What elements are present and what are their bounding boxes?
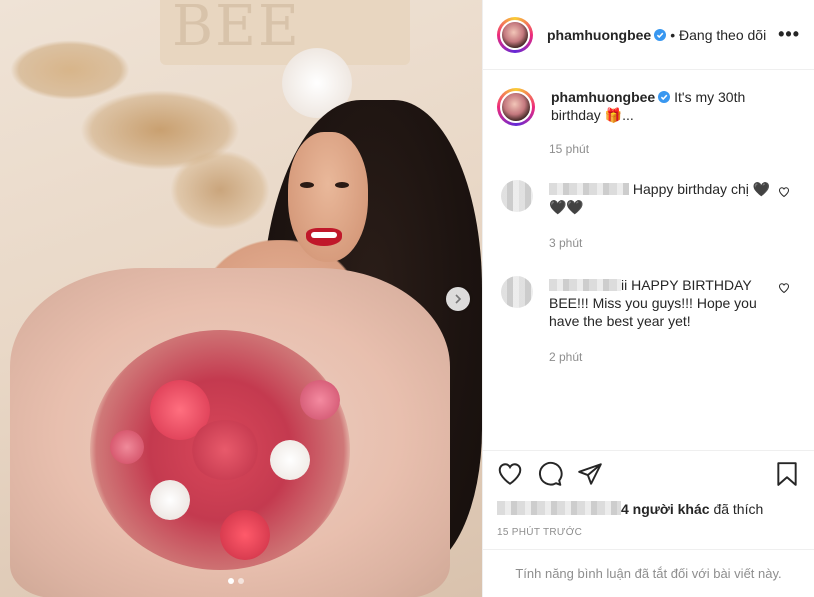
comments-disabled-notice: Tính năng bình luận đã tắt đối với bài v… — [483, 549, 814, 597]
comment-item: Happy birthday chị 🖤🖤🖤 — [497, 180, 800, 216]
flower — [300, 380, 340, 420]
decor-banner-lettering: BEE — [172, 0, 301, 59]
post-actions: 4 người khác đã thích 15 PHÚT TRƯỚC — [483, 450, 814, 538]
eye — [335, 182, 349, 188]
next-photo-button[interactable] — [446, 287, 470, 311]
verified-badge-icon — [654, 28, 667, 41]
comment-item: ii HAPPY BIRTHDAY BEE!!! Miss you guys!!… — [497, 276, 800, 330]
flower — [190, 420, 260, 480]
flower — [150, 480, 190, 520]
comment-bubble-icon[interactable] — [537, 461, 563, 487]
liker-names-blurred[interactable] — [497, 501, 621, 515]
likes-others[interactable]: 4 người khác — [621, 501, 710, 517]
caption-username[interactable]: phamhuongbee — [551, 89, 655, 105]
carousel-indicator — [228, 578, 244, 584]
comment-body: Happy birthday chị 🖤🖤🖤 — [549, 180, 771, 216]
save-bookmark-icon[interactable] — [774, 461, 800, 487]
likes-summary[interactable]: 4 người khác đã thích — [497, 501, 800, 517]
comments-list: phamhuongbee It's my 30th birthday 🎁... … — [483, 70, 814, 364]
comment-time[interactable]: 2 phút — [549, 350, 800, 364]
comment-body: ii HAPPY BIRTHDAY BEE!!! Miss you guys!!… — [549, 276, 771, 330]
author-avatar[interactable] — [497, 16, 533, 53]
follow-status[interactable]: • Đang theo dõi — [670, 27, 766, 43]
commenter-username-blurred[interactable] — [549, 183, 629, 195]
commenter-avatar-blurred[interactable] — [501, 276, 533, 308]
like-comment-heart-icon[interactable] — [778, 186, 790, 198]
author-username[interactable]: phamhuongbee — [547, 27, 651, 43]
like-heart-icon[interactable] — [497, 461, 523, 487]
post-photo[interactable]: BEE — [0, 0, 482, 597]
post-sidebar: phamhuongbee • Đang theo dõi ••• phamhuo… — [482, 0, 814, 597]
dried-flowers — [10, 40, 130, 100]
caption-avatar[interactable] — [497, 88, 535, 126]
teeth — [311, 232, 337, 238]
eye — [300, 182, 314, 188]
more-options-icon[interactable]: ••• — [778, 24, 800, 45]
carousel-dot — [238, 578, 244, 584]
action-icons — [497, 461, 800, 487]
comment-time[interactable]: 3 phút — [549, 236, 800, 250]
post-header: phamhuongbee • Đang theo dõi ••• — [483, 0, 814, 70]
share-paper-plane-icon[interactable] — [577, 461, 603, 487]
caption-time[interactable]: 15 phút — [549, 142, 800, 156]
commenter-username-blurred[interactable] — [549, 279, 621, 291]
like-comment-heart-icon[interactable] — [778, 282, 790, 294]
carousel-dot-active — [228, 578, 234, 584]
verified-badge-icon — [658, 91, 671, 103]
chevron-right-icon — [455, 294, 462, 304]
flower — [270, 440, 310, 480]
flower — [220, 510, 270, 560]
instagram-post-view: BEE phamhuongbee • Đang theo dõi ••• pha… — [0, 0, 814, 597]
post-time[interactable]: 15 PHÚT TRƯỚC — [497, 527, 800, 538]
caption: phamhuongbee It's my 30th birthday 🎁... — [497, 70, 800, 126]
caption-text-block: phamhuongbee It's my 30th birthday 🎁... — [551, 88, 761, 126]
dried-flowers — [170, 150, 270, 230]
flower — [110, 430, 144, 464]
commenter-avatar-blurred[interactable] — [501, 180, 533, 212]
likes-verb: đã thích — [713, 501, 764, 517]
